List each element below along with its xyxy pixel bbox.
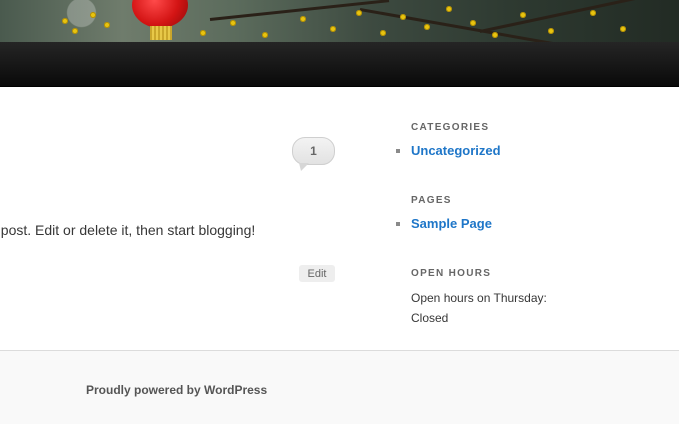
open-hours-widget-title: OPEN HOURS	[411, 268, 492, 279]
nav-bar	[0, 42, 679, 87]
powered-by-link[interactable]: Proudly powered by WordPress	[86, 383, 267, 397]
lantern-tassel	[150, 26, 172, 40]
list-bullet-icon	[396, 222, 400, 226]
open-hours-text: Open hours on Thursday: Closed	[411, 291, 547, 325]
pages-widget-title: PAGES	[411, 195, 452, 206]
edit-post-button[interactable]: Edit	[299, 265, 335, 282]
post-excerpt: st post. Edit or delete it, then start b…	[0, 222, 256, 238]
branch	[359, 8, 558, 42]
branch	[479, 0, 637, 33]
site-footer: Proudly powered by WordPress	[0, 350, 679, 424]
header-image	[0, 0, 679, 42]
comment-count: 1	[310, 144, 317, 158]
speech-bubble-tail-icon	[299, 163, 309, 171]
categories-widget-title: CATEGORIES	[411, 122, 490, 133]
category-link[interactable]: Uncategorized	[411, 143, 501, 158]
red-lantern	[132, 0, 188, 28]
comment-count-bubble[interactable]: 1	[292, 137, 335, 171]
list-bullet-icon	[396, 149, 400, 153]
page-link[interactable]: Sample Page	[411, 216, 492, 231]
